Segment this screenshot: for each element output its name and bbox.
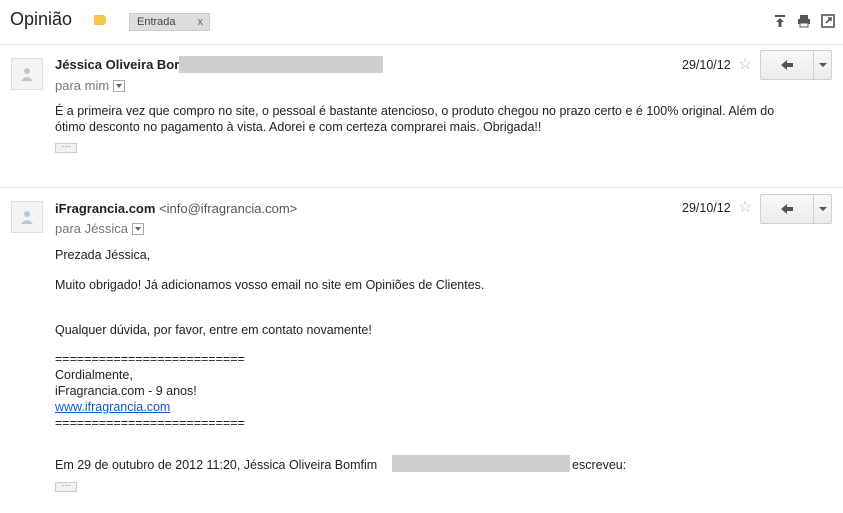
star-icon[interactable]: ☆ (738, 54, 752, 74)
reply-button[interactable] (761, 51, 814, 79)
message-divider (0, 187, 843, 188)
body-line: Muito obrigado! Já adicionamos vosso ema… (55, 278, 485, 292)
signature-line: Cordialmente, (55, 368, 133, 382)
new-window-icon[interactable] (821, 14, 835, 28)
message-date: 29/10/12 (682, 201, 731, 215)
recipient-label: para Jéssica (55, 221, 128, 236)
avatar (11, 58, 43, 90)
more-options-button[interactable] (814, 195, 831, 223)
reply-button-group (760, 50, 832, 80)
print-icon[interactable] (797, 14, 811, 28)
recipient-label: para mim (55, 78, 110, 93)
body-line: Qualquer dúvida, por favor, entre em con… (55, 323, 372, 337)
show-trimmed-content-button[interactable]: ··· (55, 481, 77, 492)
label-remove-button[interactable]: x (198, 16, 204, 28)
body-line: ótimo desconto no pagamento à vista. Ado… (55, 120, 542, 134)
avatar (11, 201, 43, 233)
header-divider (0, 44, 843, 45)
sender-name[interactable]: iFragrancia.com (55, 201, 155, 216)
reply-button-group (760, 194, 832, 224)
signature-rule: ========================== (55, 352, 245, 366)
more-options-button[interactable] (814, 51, 831, 79)
quote-prefix: Em 29 de outubro de 2012 11:20, Jéssica … (55, 458, 378, 472)
label-chip-inbox[interactable]: Entrada x (129, 13, 211, 31)
signature: ========================== Cordialmente,… (55, 351, 245, 431)
details-dropdown-icon[interactable] (113, 80, 126, 92)
message-body: É a primeira vez que compro no site, o p… (55, 103, 825, 135)
message-date: 29/10/12 (682, 58, 731, 72)
show-trimmed-content-button[interactable]: ··· (55, 142, 77, 153)
signature-rule: ========================== (55, 416, 245, 430)
website-link[interactable]: www.ifragrancia.com (55, 400, 170, 414)
recipient-line: para Jéssica (55, 221, 144, 236)
expand-all-icon[interactable] (773, 14, 787, 28)
recipient-line: para mim (55, 78, 126, 93)
body-line: É a primeira vez que compro no site, o p… (55, 104, 775, 118)
label-tag-icon[interactable] (94, 15, 106, 25)
redacted-email (179, 56, 383, 73)
subject-title: Opinião (10, 9, 73, 29)
label-chip-text: Entrada (137, 16, 176, 28)
star-icon[interactable]: ☆ (738, 197, 752, 217)
sender-email: <info@ifragrancia.com> (159, 201, 298, 216)
signature-line: iFragrancia.com - 9 anos! (55, 384, 197, 398)
greeting: Prezada Jéssica, (55, 248, 151, 262)
redacted-email (392, 455, 570, 472)
details-dropdown-icon[interactable] (131, 223, 144, 235)
sender-line: iFragrancia.com <info@ifragrancia.com> (55, 201, 297, 216)
sender-name[interactable]: Jéssica Oliveira Bor (55, 57, 179, 72)
reply-button[interactable] (761, 195, 814, 223)
quote-suffix: escreveu: (572, 458, 627, 472)
